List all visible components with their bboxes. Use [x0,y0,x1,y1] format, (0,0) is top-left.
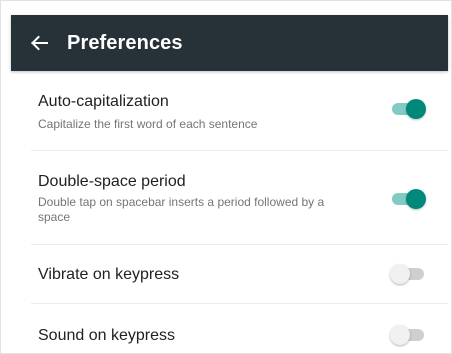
pref-title: Double-space period [38,173,186,190]
arrow-back-icon [30,35,48,51]
preferences-screen: Preferences Auto-capitalization Capitali… [0,0,452,354]
pref-title: Auto-capitalization [38,93,169,110]
pref-summary: Double tap on spacebar inserts a period … [38,195,325,224]
switch-thumb [390,264,410,284]
page-title: Preferences [67,31,183,54]
pref-title: Vibrate on keypress [38,266,180,283]
toolbar: Preferences [11,15,448,71]
pref-auto-capitalization[interactable]: Auto-capitalization Capitalize the first… [11,71,448,151]
auto-capitalization-toggle[interactable] [390,98,426,120]
pref-double-space-period[interactable]: Double-space period Double tap on spaceb… [11,151,448,245]
pref-summary: Capitalize the first word of each senten… [38,117,258,131]
double-space-period-toggle[interactable] [390,188,426,210]
switch-thumb [406,99,426,119]
pref-sound-on-keypress[interactable]: Sound on keypress [11,304,448,353]
switch-thumb [390,325,410,345]
vibrate-on-keypress-toggle[interactable] [390,263,426,285]
pref-title: Sound on keypress [38,327,175,344]
switch-thumb [406,189,426,209]
sound-on-keypress-toggle[interactable] [390,324,426,346]
back-button[interactable] [11,15,67,71]
pref-vibrate-on-keypress[interactable]: Vibrate on keypress [11,245,448,303]
